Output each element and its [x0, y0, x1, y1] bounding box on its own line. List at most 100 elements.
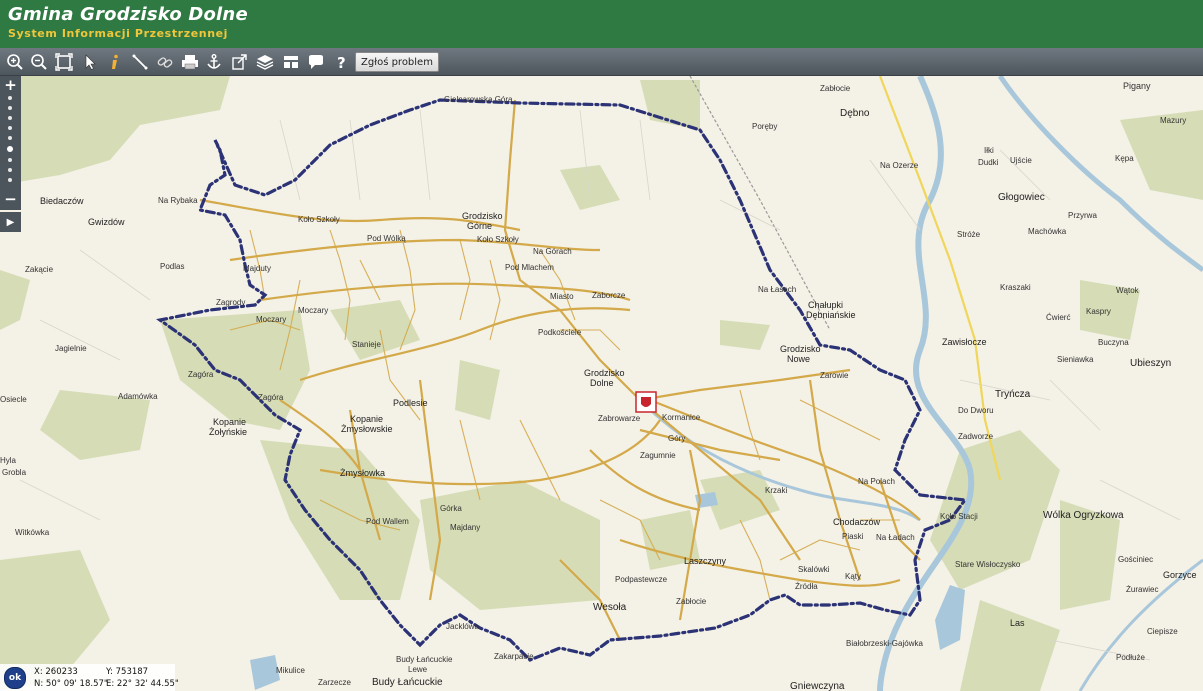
zoom-level-dot[interactable]: [8, 126, 12, 130]
place-label: Tryńcza: [995, 389, 1031, 400]
zoom-slider[interactable]: + −: [0, 76, 21, 210]
place-label: Żmysłowskie: [341, 424, 393, 434]
place-label: Dębno: [840, 108, 870, 119]
expand-panel-button[interactable]: ▶: [0, 212, 21, 232]
place-label: Koło Szkoły: [477, 235, 519, 244]
place-label: Jagielnie: [55, 344, 87, 353]
place-label: Miasto: [550, 292, 574, 301]
zoom-level-dot[interactable]: [8, 116, 12, 120]
zoom-in-icon[interactable]: [4, 51, 26, 73]
place-label: Jacklówa: [446, 622, 479, 631]
place-label: Białobrzeski-Gajówka: [846, 639, 923, 648]
place-label: Majdany: [450, 523, 481, 532]
place-label: Mazury: [1160, 116, 1187, 125]
info-icon[interactable]: [104, 51, 126, 73]
ok-button[interactable]: ok: [4, 667, 26, 689]
place-label: Na Ozerze: [880, 161, 919, 170]
place-label: Moczary: [298, 306, 329, 315]
place-label: Buczyna: [1098, 338, 1129, 347]
place-label: Ubieszyn: [1130, 358, 1172, 369]
coord-x: X: 260233: [34, 667, 78, 677]
place-label: Gniewczyna: [790, 681, 845, 691]
place-label: Las: [1010, 618, 1025, 628]
place-label: Pod Wólką: [367, 234, 406, 243]
ruler-icon[interactable]: [129, 51, 151, 73]
place-label: Sieniawka: [1057, 355, 1094, 364]
place-label: Podlesie: [393, 398, 428, 408]
anchor-icon[interactable]: [203, 51, 225, 73]
place-label: Do Dworu: [958, 406, 994, 415]
place-label: Zaborcze: [592, 291, 626, 300]
place-label: Pod Mlachem: [505, 263, 554, 272]
zoom-level-dot[interactable]: [8, 136, 12, 140]
place-label: Grodzisko: [780, 344, 821, 354]
place-label: Na Górach: [533, 247, 572, 256]
place-label: Witkówka: [15, 528, 50, 537]
place-label: Kopanie: [213, 417, 247, 427]
zoom-level-dot[interactable]: [8, 158, 12, 162]
place-label: Żurawiec: [1126, 585, 1159, 594]
place-label: Zagrody: [216, 298, 246, 307]
place-label: Kępa: [1115, 154, 1134, 163]
place-label: Lewe: [408, 665, 428, 674]
place-label: Moczary: [256, 315, 287, 324]
place-label: Ciepisze: [1147, 627, 1178, 636]
zoom-extent-icon[interactable]: [53, 51, 75, 73]
place-label: Głogowiec: [998, 192, 1045, 203]
zoom-level-dot[interactable]: [8, 168, 12, 172]
place-label: Przyrwa: [1068, 211, 1097, 220]
speech-bubble-icon[interactable]: [305, 51, 327, 73]
place-label: Iłki: [984, 146, 994, 155]
place-label: Żmysłowka: [340, 468, 386, 478]
place-label: Kąty: [845, 572, 862, 581]
place-label: Dolne: [590, 378, 614, 388]
place-label: Stróże: [957, 230, 981, 239]
place-label: Pigany: [1123, 81, 1151, 91]
place-label: Źródła: [795, 582, 818, 591]
place-label: Na Ładach: [876, 533, 915, 542]
place-label: Zarowie: [820, 371, 849, 380]
place-label: Wątok: [1116, 286, 1139, 295]
place-label: Gielnarowska Góra: [444, 95, 513, 104]
zoom-level-dot[interactable]: [8, 178, 12, 182]
coordinate-readout: ok X: 260233 Y: 753187 N: 50° 09' 18.57"…: [0, 664, 179, 691]
link-icon[interactable]: [154, 51, 176, 73]
coord-e: E: 22° 32' 44.55": [106, 679, 179, 689]
zoom-level-dot[interactable]: [8, 106, 12, 110]
place-label: Budy Łańcuckie: [396, 655, 453, 664]
app-title: Gmina Grodzisko Dolne: [8, 4, 248, 25]
place-label: Laszczyny: [684, 556, 727, 566]
zoom-plus-button[interactable]: +: [2, 78, 19, 93]
place-label: Chałupki: [808, 300, 844, 310]
zoom-minus-button[interactable]: −: [2, 192, 19, 207]
place-label: Zadworze: [958, 432, 994, 441]
map-view[interactable]: Gielnarowska Góra Dębno Pigany Zabłocie …: [0, 76, 1203, 691]
place-label: Zakarpacie: [494, 652, 534, 661]
coord-n: N: 50° 09' 18.57": [34, 679, 108, 689]
place-label: Grodzisko: [584, 368, 625, 378]
place-label: Podlas: [160, 262, 185, 271]
place-label: Zakącie: [25, 265, 54, 274]
zoom-level-dot[interactable]: [8, 96, 12, 100]
place-label: Podpastewcze: [615, 575, 668, 584]
zoom-out-icon[interactable]: [28, 51, 50, 73]
place-label: Wesoła: [593, 602, 627, 613]
place-label: Kopanie: [350, 414, 384, 424]
town-hall-marker: [635, 391, 657, 413]
printer-icon[interactable]: [179, 51, 201, 73]
place-label: Poręby: [752, 122, 778, 131]
layers-icon[interactable]: [254, 51, 276, 73]
place-label: Żołyńskie: [209, 427, 248, 437]
place-label: Zabłocie: [820, 84, 851, 93]
place-label: Zabrowarze: [598, 414, 641, 423]
place-label: Pod Wallem: [366, 517, 409, 526]
zoom-handle[interactable]: [7, 146, 13, 152]
place-label: Koło Stacji: [940, 512, 978, 521]
help-icon[interactable]: ?: [330, 51, 352, 73]
place-label: Na Polach: [858, 477, 895, 486]
pointer-icon[interactable]: [79, 51, 101, 73]
export-icon[interactable]: [229, 51, 251, 73]
place-label: Osiecle: [0, 395, 27, 404]
report-problem-button[interactable]: Zgłoś problem: [355, 52, 439, 72]
layout-icon[interactable]: [280, 51, 302, 73]
